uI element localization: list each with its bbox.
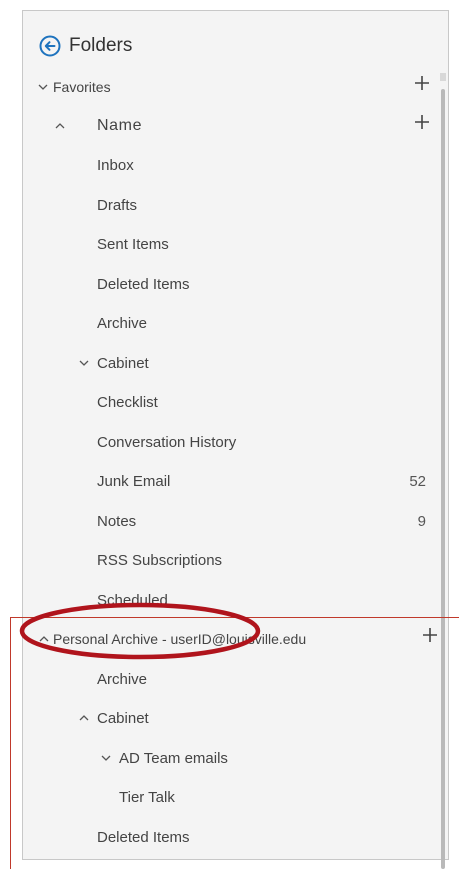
folder-item-rss-subscriptions[interactable]: RSS Subscriptions [23,540,448,580]
folder-label: Cabinet [97,354,149,372]
folder-label: Inbox [97,156,134,174]
folder-item-archive[interactable]: Archive [23,303,448,343]
chevron-up-icon[interactable] [77,711,91,725]
account-email: userID@louisville.edu [170,631,307,647]
add-favorite-button[interactable] [414,75,430,91]
folder-item-deleted-items[interactable]: Deleted Items [23,264,448,304]
favorites-section[interactable]: Favorites [23,67,448,107]
personal-archive-section[interactable]: Personal Archive - userID@louisville.edu [23,619,448,659]
account-section[interactable]: Name [23,106,448,146]
folder-item-drafts[interactable]: Drafts [23,185,448,225]
folder-label: AD Team emails [119,749,228,767]
personal-archive-prefix: Personal Archive - [53,631,171,647]
folder-item-cabinet[interactable]: Cabinet [23,343,448,383]
chevron-down-icon[interactable] [77,356,91,370]
folder-label: Notes [97,512,137,530]
add-archive-folder-button[interactable] [422,627,438,643]
plus-icon [415,76,429,90]
folder-item-sent-items[interactable]: Sent Items [23,224,448,264]
personal-archive-label: Personal Archive - userID@louisville.edu [53,631,306,647]
chevron-down-icon[interactable] [36,80,50,94]
plus-icon [415,115,429,129]
folder-item-notes[interactable]: Notes 9 [23,501,448,541]
folder-label: Archive [97,670,148,688]
add-folder-button[interactable] [414,114,430,130]
folder-item-scheduled[interactable]: Scheduled [23,580,448,620]
chevron-up-icon[interactable] [37,632,51,646]
folder-label: Cabinet [97,709,149,727]
back-arrow-icon[interactable] [39,35,61,57]
account-label: Name [97,117,143,134]
chevron-up-icon[interactable] [53,119,67,133]
unread-count: 9 [417,512,426,530]
folder-item-checklist[interactable]: Checklist [23,382,448,422]
folder-label: Sent Items [97,235,169,253]
folder-item-inbox[interactable]: Inbox [23,145,448,185]
archive-folder-tier-talk[interactable]: Tier Talk [23,777,448,817]
folder-label: Scheduled [97,591,168,609]
unread-count: 52 [409,472,426,490]
chevron-down-icon[interactable] [99,751,113,765]
folder-item-conversation-history[interactable]: Conversation History [23,422,448,462]
folder-label: Drafts [97,196,138,214]
folder-pane: Folders Favorites Name Inbox Drafts Sent… [22,10,449,869]
folder-label: Deleted Items [97,828,190,846]
page-title: Folders [69,35,133,56]
archive-folder-cabinet[interactable]: Cabinet [23,698,448,738]
folder-label: Tier Talk [119,788,175,806]
favorites-label: Favorites [53,79,111,95]
folder-label: Conversation History [97,433,237,451]
folders-header: Folders [39,31,132,61]
folder-label: Checklist [97,393,158,411]
plus-icon [423,628,437,642]
folder-item-junk-email[interactable]: Junk Email 52 [23,461,448,501]
archive-folder-archive[interactable]: Archive [23,659,448,699]
archive-folder-deleted-items[interactable]: Deleted Items [23,817,448,857]
archive-folder-ad-team-emails[interactable]: AD Team emails [23,738,448,778]
folder-label: Deleted Items [97,275,190,293]
folder-label: RSS Subscriptions [97,551,223,569]
folder-label: Junk Email [97,472,171,490]
folder-label: Archive [97,314,148,332]
